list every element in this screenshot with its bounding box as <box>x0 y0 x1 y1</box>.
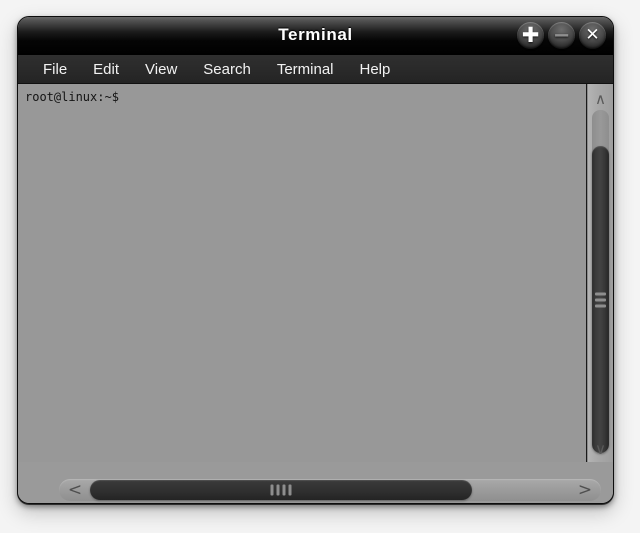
menubar: File Edit View Search Terminal Help <box>18 55 613 84</box>
menu-item-view[interactable]: View <box>132 59 190 80</box>
horizontal-scrollbar-thumb[interactable] <box>90 480 472 500</box>
scroll-right-icon[interactable]: > <box>571 479 599 501</box>
terminal-body-row: root@linux:~$ ∧ ∨ <box>18 84 613 462</box>
minus-icon: − <box>552 23 571 47</box>
scroll-left-icon[interactable]: < <box>61 479 89 501</box>
close-icon: ✕ <box>585 25 600 45</box>
horizontal-scrollbar-row: < > <box>18 462 613 503</box>
menu-item-search[interactable]: Search <box>190 59 264 80</box>
horizontal-thumb-grip-icon <box>270 484 292 496</box>
horizontal-scrollbar[interactable]: < > <box>59 479 601 501</box>
window-titlebar[interactable]: Terminal ✚ − ✕ <box>18 17 613 55</box>
terminal-prompt-line: root@linux:~$ <box>25 90 119 104</box>
close-button[interactable]: ✕ <box>579 22 606 49</box>
terminal-screen[interactable]: root@linux:~$ <box>18 84 587 462</box>
scroll-up-icon[interactable]: ∧ <box>591 88 610 110</box>
plus-icon: ✚ <box>521 23 540 47</box>
menu-item-edit[interactable]: Edit <box>80 59 132 80</box>
menu-item-file[interactable]: File <box>30 59 80 80</box>
window-controls: ✚ − ✕ <box>517 22 606 49</box>
scroll-down-icon[interactable]: ∨ <box>591 438 610 460</box>
minimize-button[interactable]: − <box>548 22 575 49</box>
vertical-scrollbar-thumb[interactable] <box>592 146 609 453</box>
terminal-window: Terminal ✚ − ✕ File Edit View Search Ter… <box>17 16 614 504</box>
menu-item-help[interactable]: Help <box>347 59 404 80</box>
vertical-thumb-grip-icon <box>595 292 606 307</box>
maximize-button[interactable]: ✚ <box>517 22 544 49</box>
vertical-scrollbar[interactable]: ∧ ∨ <box>587 84 613 462</box>
menu-item-terminal[interactable]: Terminal <box>264 59 347 80</box>
